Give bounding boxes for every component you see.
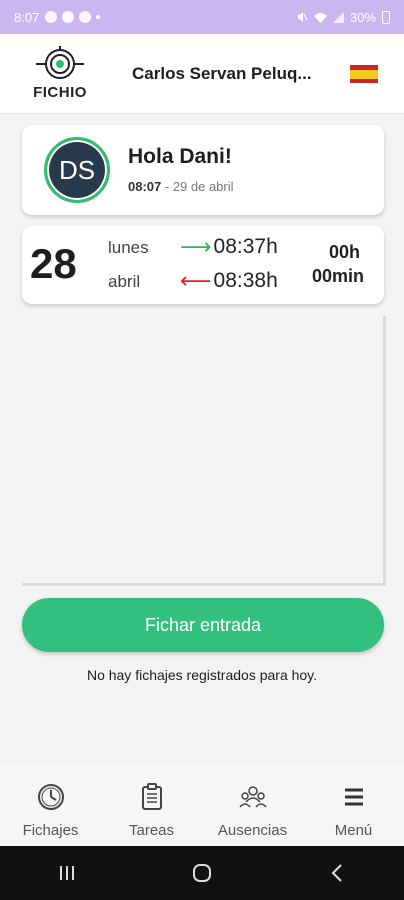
status-time: 8:07 xyxy=(14,9,40,25)
clock-in-row: ⟶ 08:37h xyxy=(180,234,278,260)
home-icon xyxy=(192,864,211,882)
notification-icon xyxy=(79,11,92,23)
nav-item-ausencias[interactable]: Ausencias xyxy=(202,766,303,846)
system-nav-bar xyxy=(0,846,404,900)
app-header: FICHIO Carlos Servan Peluq... xyxy=(0,34,404,114)
separator: - xyxy=(161,179,173,194)
recent-apps-icon xyxy=(60,866,75,880)
target-icon xyxy=(36,46,84,79)
greeting-title: Hola Dani! xyxy=(128,145,232,168)
avatar-initials: DS xyxy=(58,154,96,185)
dot-icon xyxy=(96,15,101,19)
notification-icon xyxy=(62,11,75,23)
empty-message: No hay fichajes registrados para hoy. xyxy=(86,667,318,683)
current-time: 08:07 xyxy=(128,179,162,194)
arrow-left-icon: ⟵ xyxy=(180,268,212,293)
people-icon xyxy=(238,786,267,808)
nav-item-fichajes[interactable]: Fichajes xyxy=(0,766,101,846)
clipboard-icon xyxy=(141,783,162,810)
mute-icon xyxy=(297,12,308,22)
nav-label: Tareas xyxy=(128,822,175,839)
records-list xyxy=(22,316,386,586)
back-button[interactable] xyxy=(307,853,367,893)
clock-in-time: 08:37h xyxy=(213,235,278,258)
menu-icon xyxy=(344,788,363,806)
notification-icon xyxy=(45,11,58,23)
duration-hours: 00h xyxy=(328,242,360,262)
month-label: abril xyxy=(108,272,141,291)
day-number: 28 xyxy=(30,240,77,287)
arrow-right-icon: ⟶ xyxy=(180,234,212,259)
day-summary-card[interactable]: 28 lunes abril ⟶ 08:37h ⟵ 08:38h 00h 00m… xyxy=(22,226,384,304)
recent-apps-button[interactable] xyxy=(37,853,97,893)
signal-icon xyxy=(332,11,344,23)
spain-flag-icon[interactable] xyxy=(350,65,378,83)
nav-item-menu[interactable]: Menú xyxy=(303,766,404,846)
battery-icon xyxy=(382,10,390,24)
fichio-logo: FICHIO xyxy=(0,34,120,114)
back-icon xyxy=(331,864,342,882)
duration-minutes: 00min xyxy=(311,266,364,286)
current-date: 29 de abril xyxy=(172,179,234,194)
bottom-nav: Fichajes Tareas Ausencias Menú xyxy=(0,766,404,846)
logo-text: FICHIO xyxy=(33,84,87,101)
weekday-label: lunes xyxy=(108,238,149,257)
battery-percent: 30% xyxy=(349,9,376,25)
home-button[interactable] xyxy=(172,853,232,893)
nav-label: Ausencias xyxy=(217,822,288,839)
wifi-icon xyxy=(313,12,327,23)
nav-label: Fichajes xyxy=(22,822,79,839)
company-name[interactable]: Carlos Servan Peluq... xyxy=(132,64,312,84)
nav-item-tareas[interactable]: Tareas xyxy=(101,766,202,846)
nav-label: Menú xyxy=(334,822,373,839)
greeting-datetime: 08:07 - 29 de abril xyxy=(128,179,234,194)
avatar[interactable]: DS xyxy=(44,137,110,203)
clock-icon xyxy=(37,784,64,810)
greeting-card: DS Hola Dani! 08:07 - 29 de abril xyxy=(22,125,384,215)
status-bar: 8:07 30% xyxy=(0,0,404,34)
clock-in-button[interactable]: Fichar entrada xyxy=(22,598,384,652)
clock-out-row: ⟵ 08:38h xyxy=(180,268,278,294)
clock-out-time: 08:38h xyxy=(213,269,278,292)
